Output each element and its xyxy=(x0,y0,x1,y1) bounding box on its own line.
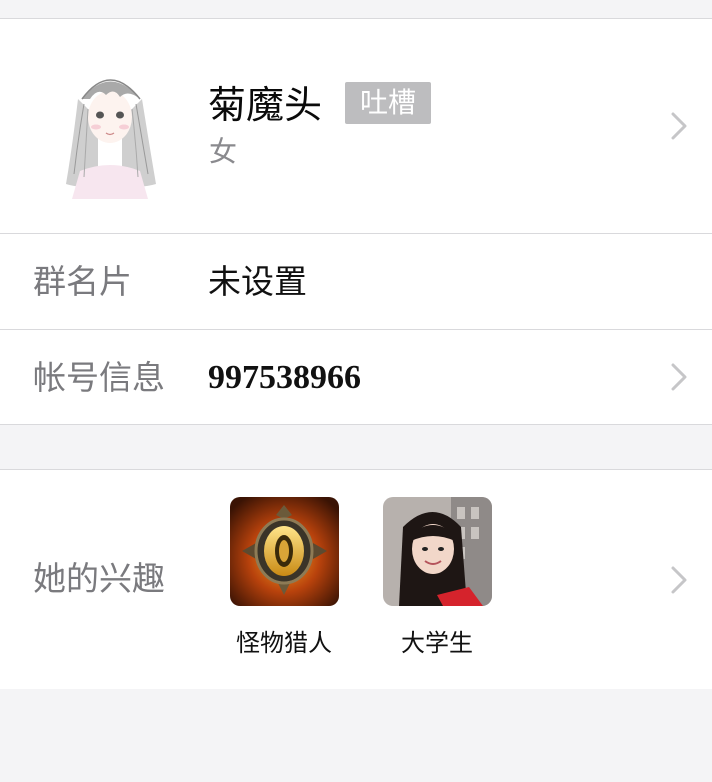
avatar[interactable] xyxy=(58,59,162,199)
group-card-label: 群名片 xyxy=(33,262,132,301)
profile-tag-badge: 吐槽 xyxy=(345,82,431,124)
profile-name: 菊魔头 xyxy=(208,83,323,127)
account-info-row[interactable]: 帐号信息 997538966 xyxy=(0,330,712,425)
divider xyxy=(0,424,712,425)
profile-gender: 女 xyxy=(209,135,238,168)
group-card-value: 未设置 xyxy=(208,262,307,301)
interest-caption: 怪物猎人 xyxy=(236,629,332,657)
interests-label: 她的兴趣 xyxy=(33,559,165,598)
profile-card[interactable]: 菊魔头 吐槽 女 xyxy=(0,19,712,233)
account-number: 997538966 xyxy=(208,359,361,396)
chevron-right-icon[interactable] xyxy=(670,111,688,141)
interest-item[interactable]: 怪物猎人 xyxy=(204,497,364,658)
account-info-label: 帐号信息 xyxy=(33,358,165,397)
chevron-right-icon[interactable] xyxy=(670,362,688,392)
interests-section[interactable]: 她的兴趣 怪物猎人 大学生 xyxy=(0,470,712,689)
monster-hunter-emblem-icon xyxy=(229,497,339,606)
interest-caption: 大学生 xyxy=(401,629,473,657)
chevron-right-icon[interactable] xyxy=(670,565,688,595)
group-card-row[interactable]: 群名片 未设置 xyxy=(0,234,712,329)
girl-sketch-avatar-icon xyxy=(66,79,156,199)
interest-item[interactable]: 大学生 xyxy=(357,497,517,658)
student-photo-icon xyxy=(382,497,492,606)
